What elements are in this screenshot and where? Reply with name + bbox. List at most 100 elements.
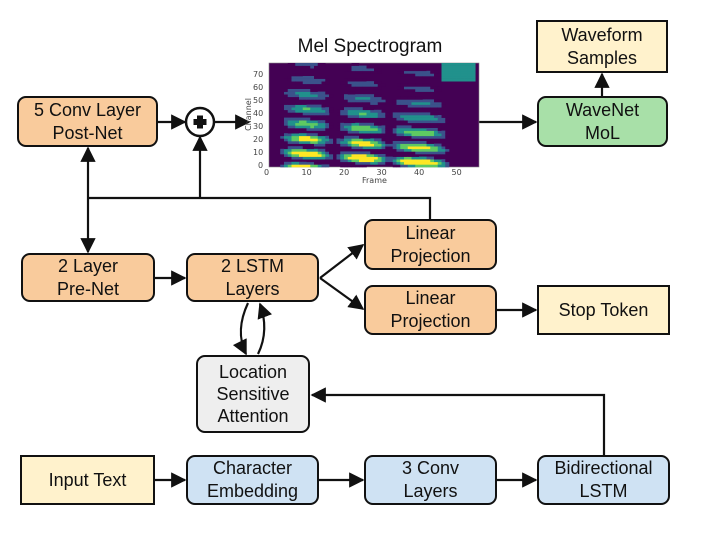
spectrogram-cell: [381, 154, 386, 157]
spectrogram-cell: [449, 73, 454, 77]
spectrogram-cell: [396, 117, 401, 121]
spectrogram-cell: [351, 109, 356, 113]
spectrogram-cell: [434, 159, 439, 163]
spectrogram-cell: [426, 130, 431, 134]
spectrogram-cell: [377, 68, 382, 72]
spectrogram-cell: [310, 120, 315, 124]
spectrogram-cell: [302, 146, 307, 150]
spectrogram-cell: [284, 76, 289, 79]
spectrogram-cell: [415, 117, 420, 121]
spectrogram-cell: [314, 135, 319, 139]
spectrogram-cell: [329, 154, 334, 157]
spectrogram-cell: [355, 130, 360, 134]
spectrogram-cell: [411, 120, 416, 124]
spectrogram-cell: [407, 86, 412, 90]
spectrogram-cell: [355, 109, 360, 113]
spectrogram-cell: [370, 161, 375, 165]
spectrogram-cell: [362, 122, 367, 126]
spectrogram-cell: [415, 128, 420, 131]
spectrogram-cell: [306, 122, 311, 126]
spectrogram-cell: [456, 76, 461, 79]
spectrogram-cell: [306, 107, 311, 111]
spectrogram-cell: [437, 156, 442, 160]
spectrogram-cell: [396, 102, 401, 105]
spectrogram-cell: [426, 112, 431, 116]
spectrogram-cell: [295, 164, 300, 168]
spectrogram-cell: [404, 70, 409, 74]
spectrogram-cell: [299, 133, 304, 137]
spectrogram-cell: [464, 76, 469, 79]
spectrogram-cell: [445, 70, 450, 74]
spectrogram-cell: [287, 109, 292, 113]
spectrogram-cell: [471, 76, 476, 79]
spectrogram-cell: [336, 109, 341, 113]
spectrogram-cell: [400, 161, 405, 165]
spectrogram-cell: [347, 68, 352, 72]
spectrogram-cell: [299, 96, 304, 100]
spectrogram-cell: [344, 120, 349, 124]
spectrogram-cell: [280, 154, 285, 157]
spectrogram-cell: [407, 89, 412, 92]
spectrogram-cell: [456, 73, 461, 77]
spectrogram-cell: [426, 76, 431, 79]
spectrogram-cell: [370, 128, 375, 131]
spectrogram-cell: [287, 122, 292, 126]
spectrogram-cell: [295, 109, 300, 113]
spectrogram-cell: [441, 78, 446, 82]
spectrogram-cell: [291, 151, 296, 155]
spectrogram-cell: [314, 154, 319, 157]
spectrogram-cell: [321, 65, 326, 69]
spectrogram-cell: [385, 130, 390, 134]
spectrogram-cell: [344, 156, 349, 160]
spectrogram-cell: [407, 164, 412, 168]
spectrogram-cell: [449, 78, 454, 82]
spectrogram-cell: [355, 159, 360, 163]
spectrogram-cell: [419, 86, 424, 90]
spectrogram-cell: [291, 81, 296, 85]
spectrogram-cell: [370, 81, 375, 85]
x-tick-label: 20: [339, 168, 350, 177]
spectrogram-cell: [287, 133, 292, 137]
spectrogram-cell: [347, 99, 352, 103]
spectrogram-cell: [426, 159, 431, 163]
node-label-line: Linear: [405, 288, 456, 308]
spectrogram-cell: [347, 125, 352, 129]
spectrogram-cell: [347, 156, 352, 160]
spectrogram-cell: [396, 125, 401, 129]
spectrogram-cell: [306, 109, 311, 113]
spectrogram-cell: [381, 146, 386, 150]
spectrogram-cell: [362, 151, 367, 155]
spectrogram-cell: [344, 112, 349, 116]
spectrogram-cell: [362, 138, 367, 142]
spectrogram-cell: [359, 151, 364, 155]
spectrogram-cell: [422, 120, 427, 124]
spectrogram-cell: [404, 96, 409, 100]
spectrogram-cell: [344, 146, 349, 150]
spectrogram-cell: [426, 89, 431, 92]
spectrogram-cell: [317, 109, 322, 113]
spectrogram-cell: [430, 156, 435, 160]
spectrogram-cell: [295, 78, 300, 82]
spectrogram-cell: [306, 164, 311, 168]
spectrogram-cell: [310, 107, 315, 111]
spectrogram-cell: [452, 76, 457, 79]
spectrogram-cell: [362, 83, 367, 87]
spectrogram-cell: [310, 96, 315, 100]
spectrogram-cell: [351, 130, 356, 134]
spectrogram-cell: [434, 151, 439, 155]
spectrogram-cell: [321, 91, 326, 95]
spectrogram-cell: [344, 115, 349, 118]
spectrogram-cell: [336, 112, 341, 116]
spectrogram-cell: [419, 148, 424, 152]
spectrogram-cell: [422, 68, 427, 72]
spectrogram-cell: [310, 161, 315, 165]
spectrogram-cell: [329, 107, 334, 111]
bidirectional-lstm-node: Bidirectional LSTM: [537, 455, 670, 505]
spectrogram-cell: [302, 161, 307, 165]
spectrogram-cell: [389, 146, 394, 150]
spectrogram-cell: [302, 96, 307, 100]
spectrogram-cell: [422, 107, 427, 111]
spectrogram-cell: [452, 73, 457, 77]
spectrogram-cell: [362, 156, 367, 160]
spectrogram-cell: [355, 135, 360, 139]
